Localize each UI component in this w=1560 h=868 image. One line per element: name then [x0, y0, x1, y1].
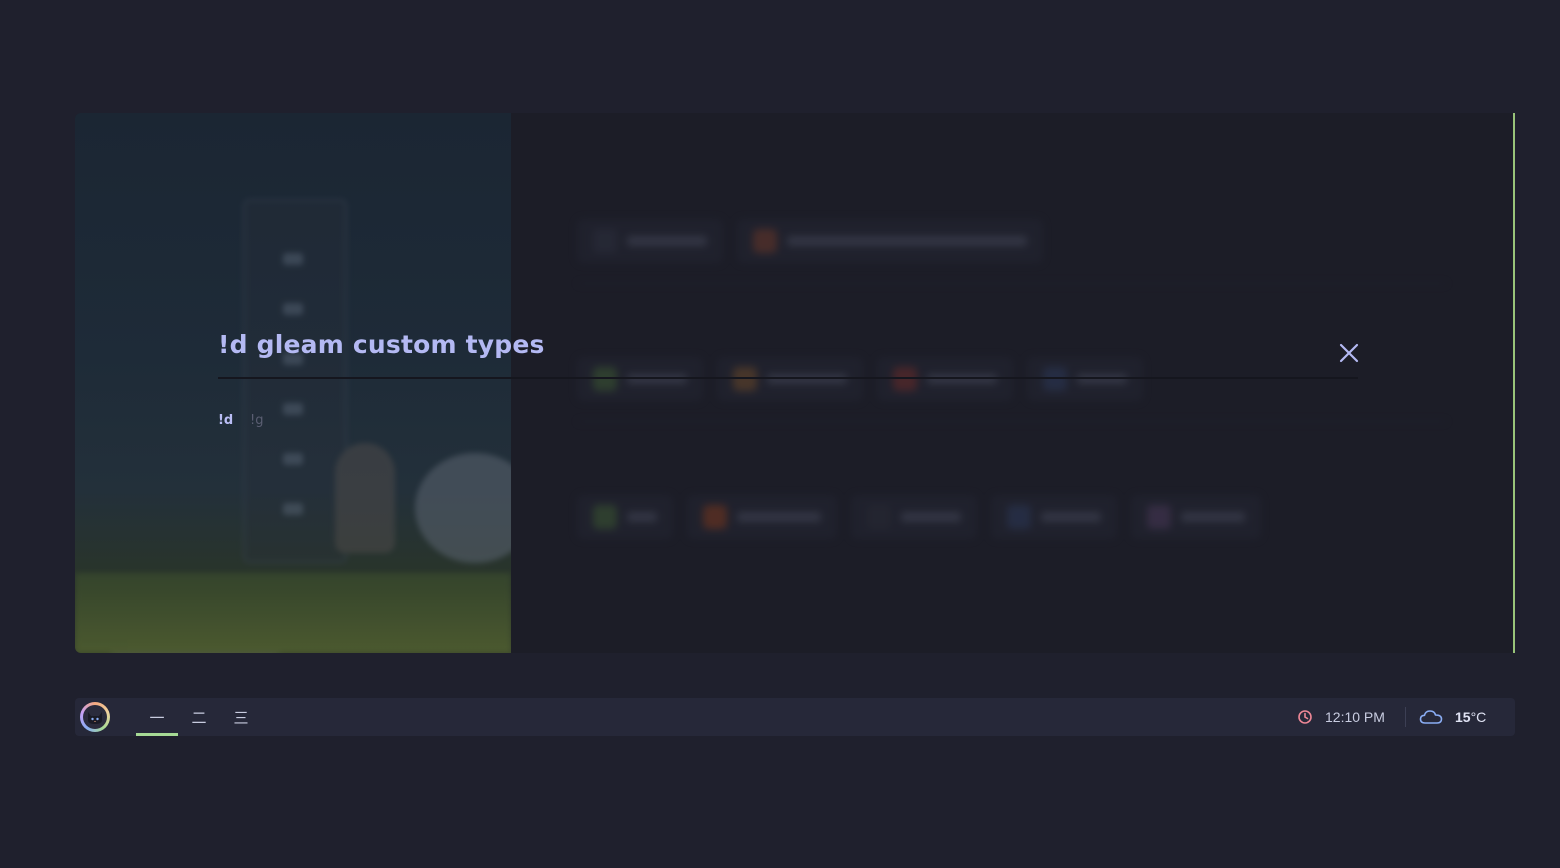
dash-section-1: [577, 185, 1447, 284]
dash-section-2: [577, 323, 1447, 422]
status-bar: 一 二 三 12:10 PM 15°C: [75, 698, 1515, 736]
blurred-dashboard: [511, 113, 1513, 653]
workspace-2[interactable]: 二: [178, 698, 220, 736]
clock-widget: 12:10 PM: [1297, 698, 1385, 736]
bang-option[interactable]: !g: [250, 413, 263, 428]
clock-time: 12:10 PM: [1325, 709, 1385, 725]
dash-section-3: [577, 461, 1447, 539]
close-button[interactable]: [1336, 340, 1362, 366]
cloud-icon: [1419, 710, 1443, 724]
weather-widget: 15°C: [1419, 698, 1486, 736]
clock-icon: [1298, 710, 1312, 724]
startpage-panel: [75, 113, 1515, 653]
temperature-value: 15: [1455, 709, 1471, 725]
temperature: 15°C: [1455, 709, 1486, 725]
bar-divider: [1405, 707, 1406, 727]
cat-avatar-icon: [88, 712, 102, 724]
panel-accent-edge: [1513, 113, 1515, 653]
art-tower: [243, 199, 347, 563]
avatar[interactable]: [80, 702, 110, 732]
wallpaper-art: [75, 113, 511, 653]
workspace-1[interactable]: 一: [136, 698, 178, 736]
bang-option-active[interactable]: !d: [218, 413, 233, 428]
close-icon: [1339, 343, 1359, 363]
workspace-3[interactable]: 三: [220, 698, 262, 736]
temperature-unit: °C: [1470, 709, 1487, 725]
search-underline: [218, 377, 1358, 379]
search-input[interactable]: !d gleam custom types: [218, 330, 545, 359]
